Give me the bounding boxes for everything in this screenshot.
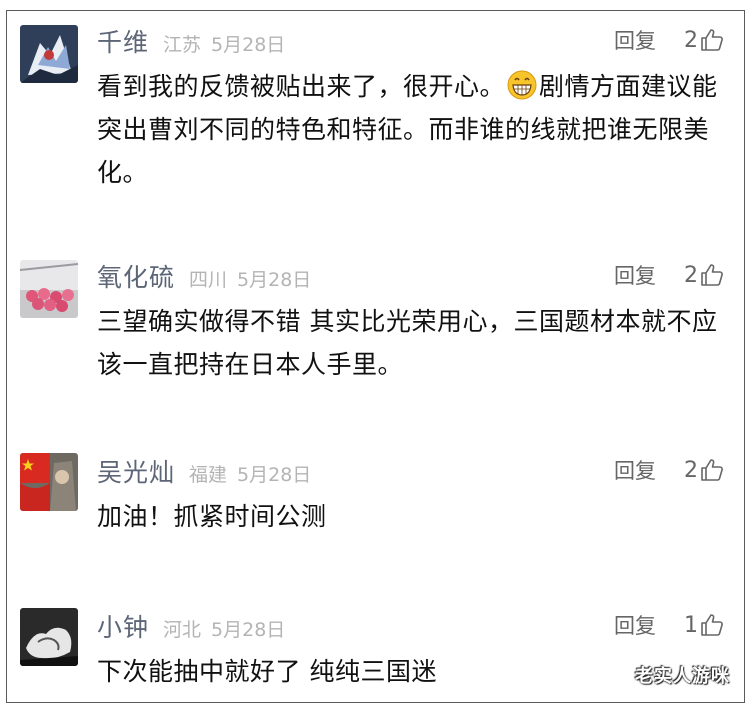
avatar-image [20, 608, 78, 666]
comment-text-part: 看到我的反馈被贴出来了，很开心。 [97, 72, 506, 101]
grinning-face-icon [507, 70, 537, 100]
comment-text: 三望确实做得不错 其实比光荣用心，三国题材本就不应该一直把持在日本人手里。 [97, 307, 718, 379]
thumbs-up-icon [700, 613, 724, 637]
watermark: 老实人游咪 [635, 666, 730, 687]
avatar-image [20, 260, 78, 318]
location: 江苏 [163, 34, 202, 56]
thumbs-up-icon [700, 458, 724, 482]
date: 5月28日 [237, 269, 312, 291]
location: 四川 [189, 269, 228, 291]
like-count: 2 [684, 262, 698, 288]
reply-button[interactable]: 回复 [614, 610, 656, 640]
avatar[interactable] [20, 453, 78, 511]
avatar[interactable] [20, 25, 78, 83]
location: 福建 [189, 464, 228, 486]
comment-item: 氧化硫 四川 5月28日 回复 2 三望确实做得不错 其实比光荣用心，三国题材本… [7, 246, 744, 441]
like-count: 1 [684, 612, 698, 638]
thumbs-up-icon [700, 263, 724, 287]
comment-text: 看到我的反馈被贴出来了，很开心。 剧情方面建议能突出曹刘不同的特色和特征。而非谁的… [97, 65, 726, 194]
comment-text: 下次能抽中就好了 纯纯三国迷 [97, 657, 437, 686]
avatar-image [20, 25, 78, 83]
comment-text: 加油！抓紧时间公测 [97, 502, 327, 531]
date: 5月28日 [211, 619, 286, 641]
like-count: 2 [684, 27, 698, 53]
reply-button[interactable]: 回复 [614, 25, 656, 55]
comment-item: 千维 江苏 5月28日 回复 2 看到我的反馈被贴出来了，很开心。 剧情方面建议能… [7, 11, 744, 246]
location: 河北 [163, 619, 202, 641]
date: 5月28日 [237, 464, 312, 486]
avatar-image [20, 453, 78, 511]
username[interactable]: 小钟 [97, 608, 149, 644]
username[interactable]: 千维 [97, 23, 149, 59]
like-button[interactable]: 2 [684, 458, 724, 483]
avatar[interactable] [20, 260, 78, 318]
reply-button[interactable]: 回复 [614, 455, 656, 485]
thumbs-up-icon [700, 28, 724, 52]
like-count: 2 [684, 457, 698, 483]
avatar[interactable] [20, 608, 78, 666]
like-button[interactable]: 2 [684, 28, 724, 53]
reply-button[interactable]: 回复 [614, 260, 656, 290]
username[interactable]: 吴光灿 [97, 453, 175, 489]
like-button[interactable]: 2 [684, 263, 724, 288]
comment-item: 小钟 河北 5月28日 回复 1 下次能抽中就好了 纯纯三国迷 [7, 596, 744, 704]
comment-item: 吴光灿 福建 5月28日 回复 2 加油！抓紧时间公测 [7, 441, 744, 596]
username[interactable]: 氧化硫 [97, 258, 175, 294]
like-button[interactable]: 1 [684, 613, 724, 638]
date: 5月28日 [211, 34, 286, 56]
comment-list: 千维 江苏 5月28日 回复 2 看到我的反馈被贴出来了，很开心。 剧情方面建议能… [6, 10, 745, 703]
